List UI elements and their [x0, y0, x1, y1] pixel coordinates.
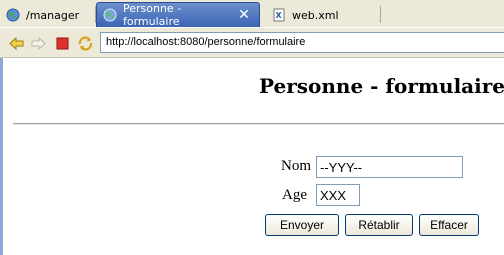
effacer-button[interactable]: Effacer [419, 214, 479, 236]
tab-strip: /manager Personne - formulaire ✕ X web.x… [0, 0, 504, 28]
nom-label: Nom [281, 158, 311, 174]
left-border [0, 58, 3, 255]
stop-icon[interactable] [54, 35, 71, 52]
navigation-toolbar: http://localhost:8080/personne/formulair… [0, 27, 504, 58]
tab-separator [380, 6, 381, 23]
page-title: Personne - formulaire [259, 74, 504, 98]
close-icon[interactable]: ✕ [235, 7, 253, 23]
retablir-button[interactable]: Rétablir [345, 214, 413, 236]
tab-personne-formulaire[interactable]: Personne - formulaire ✕ [96, 2, 260, 28]
tab-label: Personne - formulaire [123, 2, 182, 28]
age-label: Age [282, 187, 307, 203]
xml-file-icon: X [272, 8, 286, 22]
page-content: Personne - formulaire Nom Age Envoyer Ré… [0, 58, 504, 255]
age-input[interactable] [316, 184, 360, 206]
refresh-icon[interactable] [77, 35, 94, 52]
back-arrow-icon[interactable] [8, 35, 25, 52]
svg-text:X: X [276, 11, 283, 20]
globe-icon [103, 8, 117, 22]
forward-arrow-icon[interactable] [30, 35, 47, 52]
horizontal-rule [13, 123, 504, 125]
envoyer-button[interactable]: Envoyer [265, 214, 339, 236]
tab-label: web.xml [292, 8, 339, 22]
tab-label: /manager [26, 8, 80, 22]
globe-icon [6, 8, 20, 22]
nom-input[interactable] [316, 156, 463, 178]
tab-web-xml[interactable]: X web.xml [266, 3, 376, 27]
tab-manager[interactable]: /manager [0, 3, 95, 27]
url-field[interactable]: http://localhost:8080/personne/formulair… [100, 32, 504, 53]
